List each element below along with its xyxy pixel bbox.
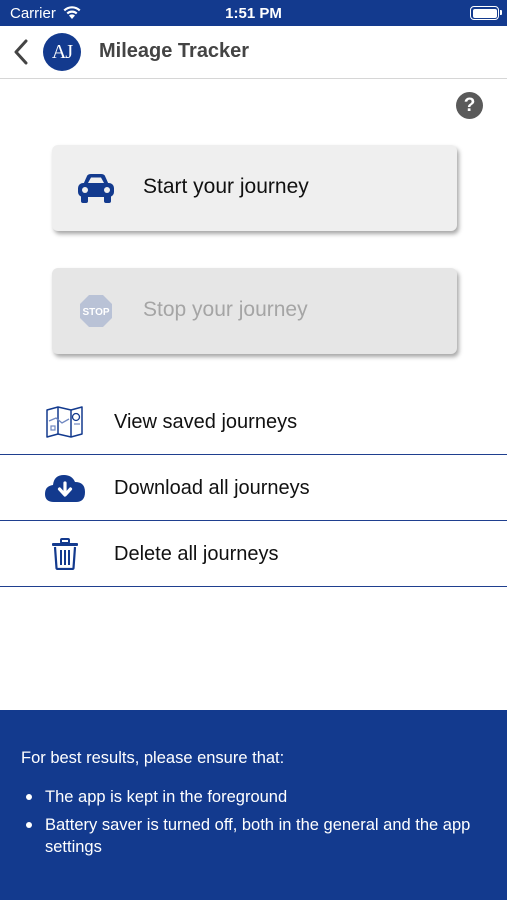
view-saved-journeys-label: View saved journeys [114, 411, 298, 433]
start-journey-label: Start your journey [143, 175, 309, 198]
battery-icon [470, 6, 502, 20]
tip-item: The app is kept in the foreground [21, 786, 491, 808]
download-all-journeys[interactable]: Download all journeys [0, 455, 507, 521]
delete-all-journeys-label: Delete all journeys [114, 543, 279, 565]
help-icon[interactable]: ? [456, 92, 483, 119]
tips-list: The app is kept in the foreground Batter… [21, 786, 491, 864]
avatar: AJ [43, 33, 81, 71]
stop-journey-button[interactable]: STOP Stop your journey [52, 268, 457, 354]
svg-text:STOP: STOP [82, 307, 109, 318]
page-title: Mileage Tracker [99, 40, 250, 62]
map-icon [42, 403, 88, 441]
clock: 1:51 PM [225, 5, 282, 22]
tips-intro: For best results, please ensure that: [21, 749, 285, 767]
back-chevron-icon [14, 39, 28, 65]
trash-icon [42, 535, 88, 573]
tips-panel: For best results, please ensure that: Th… [0, 710, 507, 900]
car-icon [74, 169, 118, 207]
navigation-bar: AJ Mileage Tracker [0, 26, 507, 79]
tip-item: Battery saver is turned off, both in the… [21, 814, 491, 858]
download-all-journeys-label: Download all journeys [114, 477, 310, 499]
delete-all-journeys[interactable]: Delete all journeys [0, 521, 507, 587]
stop-journey-label: Stop your journey [143, 298, 308, 321]
status-bar: Carrier 1:51 PM [0, 0, 507, 26]
cloud-download-icon [42, 469, 88, 507]
stop-sign-icon: STOP [74, 292, 118, 330]
start-journey-button[interactable]: Start your journey [52, 145, 457, 231]
view-saved-journeys[interactable]: View saved journeys [0, 389, 507, 455]
back-button[interactable] [6, 36, 36, 68]
